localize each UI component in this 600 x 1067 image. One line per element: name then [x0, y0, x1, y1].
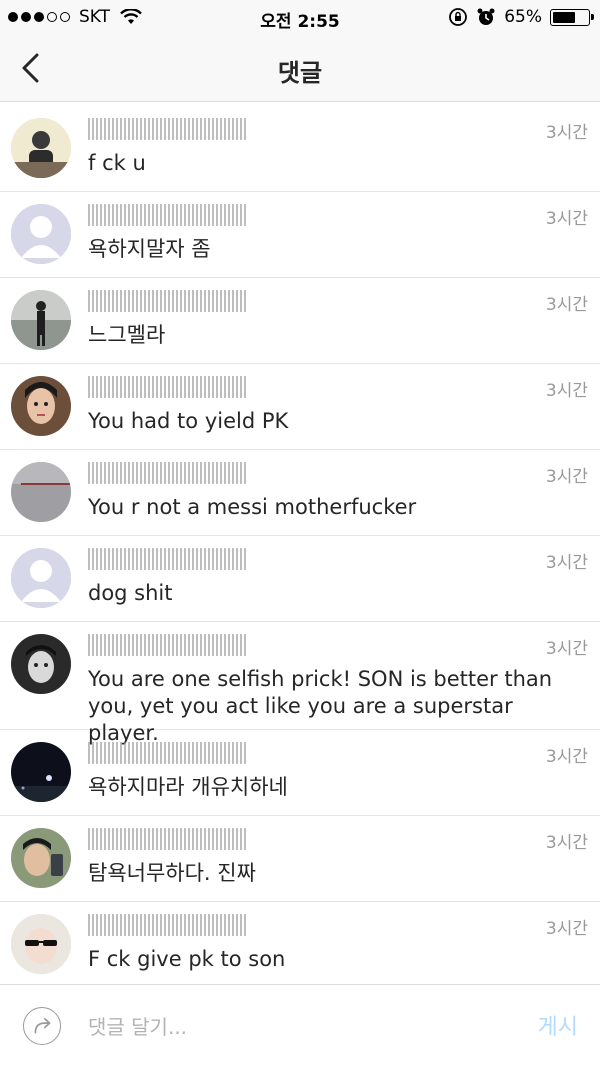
- comment-item[interactable]: 탐욕너무하다. 진짜 3시간: [0, 816, 600, 902]
- battery-percent: 65%: [504, 7, 542, 27]
- comment-time: 3시간: [545, 833, 588, 853]
- comment-item[interactable]: F ck give pk to son 3시간: [0, 902, 600, 988]
- comment-input-bar: 게시: [0, 984, 600, 1067]
- username-redacted[interactable]: [88, 634, 248, 656]
- avatar[interactable]: [11, 914, 71, 974]
- comment-item[interactable]: dog shit 3시간: [0, 536, 600, 622]
- username-redacted[interactable]: [88, 376, 248, 398]
- avatar[interactable]: [11, 204, 71, 264]
- post-button[interactable]: 게시: [538, 1009, 578, 1041]
- status-bar: SKT 오전 2:55 65%: [0, 0, 600, 36]
- comment-item[interactable]: f ck u 3시간: [0, 106, 600, 192]
- default-avatar-icon: [11, 548, 71, 608]
- comment-time: 3시간: [545, 209, 588, 229]
- comment-text: You had to yield PK: [88, 409, 289, 433]
- comment-time: 3시간: [545, 123, 588, 143]
- username-redacted[interactable]: [88, 462, 248, 484]
- username-redacted[interactable]: [88, 914, 248, 936]
- comment-text: You r not a messi motherfucker: [88, 495, 417, 519]
- page-title: 댓글: [277, 59, 323, 87]
- share-button[interactable]: [23, 1007, 61, 1045]
- comment-text: 욕하지마라 개유치하네: [88, 775, 288, 799]
- battery-fill: [553, 11, 576, 23]
- avatar[interactable]: [11, 634, 71, 694]
- nav-bar: 댓글: [0, 36, 600, 102]
- comment-time: 3시간: [545, 919, 588, 939]
- comment-time: 3시간: [545, 467, 588, 487]
- default-avatar-icon: [11, 204, 71, 264]
- username-redacted[interactable]: [88, 118, 248, 140]
- comment-text: dog shit: [88, 581, 173, 605]
- comment-text: 탐욕너무하다. 진짜: [88, 861, 256, 885]
- share-arrow-icon: [34, 1018, 51, 1034]
- comment-text: 느그멜라: [88, 323, 166, 347]
- avatar[interactable]: [11, 118, 71, 178]
- battery-icon: [550, 8, 594, 26]
- avatar[interactable]: [11, 290, 71, 350]
- comment-item[interactable]: You r not a messi motherfucker 3시간: [0, 450, 600, 536]
- avatar[interactable]: [11, 828, 71, 888]
- username-redacted[interactable]: [88, 204, 248, 226]
- username-redacted[interactable]: [88, 548, 248, 570]
- comment-text: 욕하지말자 좀: [88, 237, 211, 261]
- orientation-lock-icon: [449, 8, 468, 26]
- comment-time: 3시간: [545, 381, 588, 401]
- comment-time: 3시간: [545, 553, 588, 573]
- comment-time: 3시간: [545, 295, 588, 315]
- comment-time: 3시간: [545, 747, 588, 767]
- avatar[interactable]: [11, 548, 71, 608]
- comment-item[interactable]: You are one selfish prick! SON is better…: [0, 622, 600, 745]
- avatar[interactable]: [11, 742, 71, 802]
- comment-item[interactable]: You had to yield PK 3시간: [0, 364, 600, 450]
- comment-text: F ck give pk to son: [88, 947, 286, 971]
- username-redacted[interactable]: [88, 290, 248, 312]
- comment-time: 3시간: [545, 639, 588, 659]
- comment-item[interactable]: 욕하지마라 개유치하네 3시간: [0, 730, 600, 816]
- comment-text: f ck u: [88, 151, 146, 175]
- comment-item[interactable]: 욕하지말자 좀 3시간: [0, 192, 600, 278]
- avatar[interactable]: [11, 462, 71, 522]
- username-redacted[interactable]: [88, 742, 248, 764]
- avatar[interactable]: [11, 376, 71, 436]
- comment-input[interactable]: [88, 1012, 468, 1042]
- comment-item[interactable]: 느그멜라 3시간: [0, 278, 600, 364]
- alarm-icon: [477, 8, 495, 25]
- status-right: 65%: [448, 7, 594, 27]
- comment-list[interactable]: f ck u 3시간 욕하지말자 좀 3시간 느그멜라 3시간 You had …: [0, 106, 600, 988]
- username-redacted[interactable]: [88, 828, 248, 850]
